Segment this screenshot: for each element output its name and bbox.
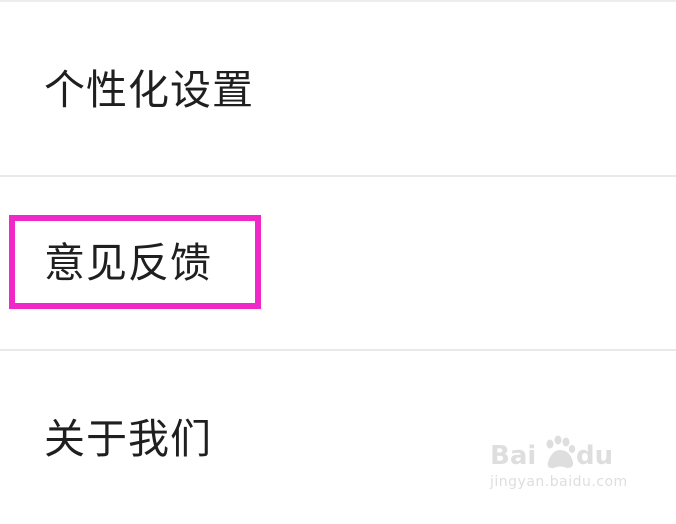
menu-item-personalization[interactable]: 个性化设置	[0, 2, 676, 176]
menu-item-label: 关于我们	[44, 415, 212, 463]
baidu-paw-icon: Bai du	[490, 435, 613, 471]
menu-item-label: 个性化设置	[44, 66, 254, 114]
svg-text:Bai: Bai	[490, 441, 536, 471]
menu-item-label: 意见反馈	[44, 239, 212, 287]
watermark-url: jingyan.baidu.com	[490, 474, 628, 490]
menu-item-feedback[interactable]: 意见反馈	[0, 177, 676, 351]
svg-text:du: du	[576, 441, 613, 471]
baidu-jingyan-watermark: Bai du jingyan.baidu.com	[490, 430, 640, 500]
